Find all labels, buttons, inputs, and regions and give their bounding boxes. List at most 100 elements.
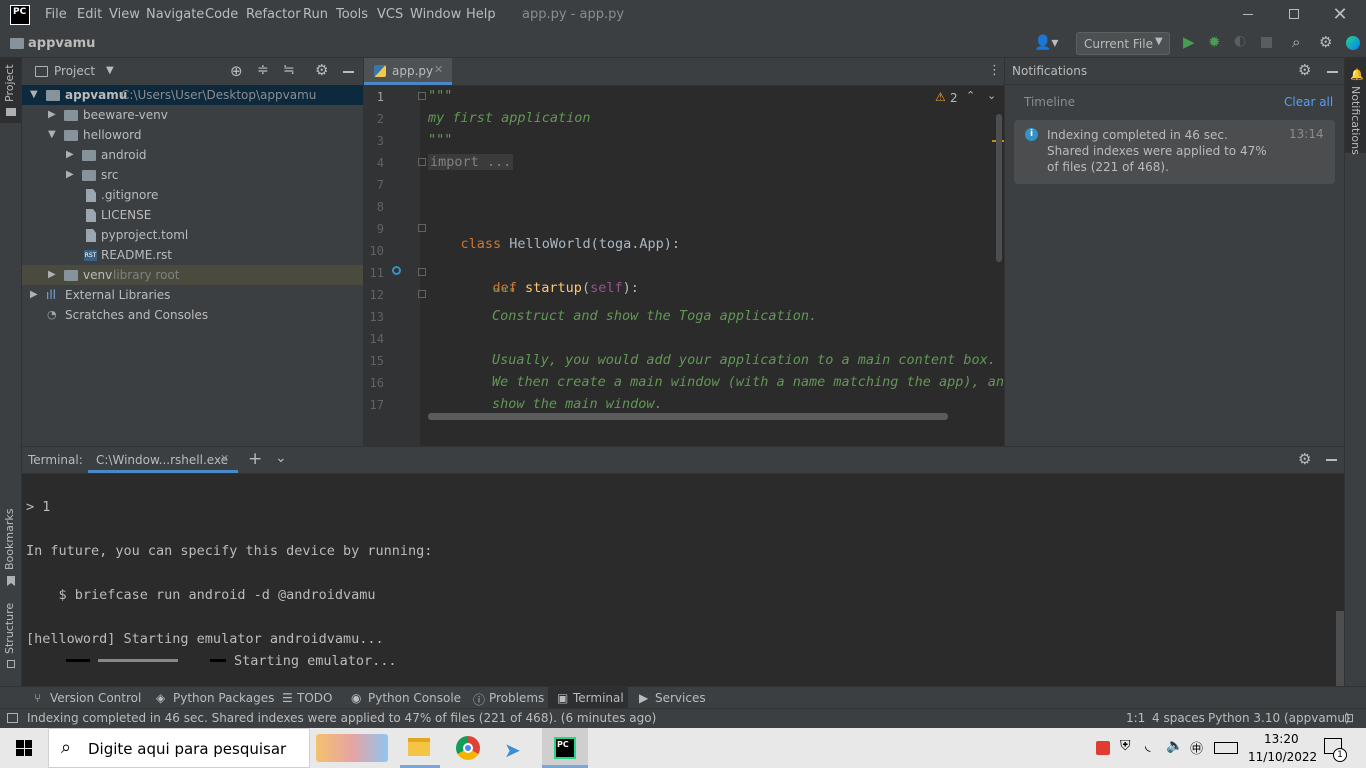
warning-icon[interactable]: ⚠ bbox=[935, 90, 946, 104]
keyboard-icon[interactable] bbox=[1214, 742, 1238, 754]
fold-icon[interactable] bbox=[418, 92, 426, 100]
debug-icon[interactable]: ✹ bbox=[1208, 33, 1221, 51]
user-icon[interactable]: 👤▾ bbox=[1034, 35, 1058, 51]
taskbar-search-box[interactable]: ⌕ Digite aqui para pesquisar bbox=[48, 728, 310, 768]
fold-icon[interactable] bbox=[418, 224, 426, 232]
search-icon[interactable]: ⌕ bbox=[1292, 33, 1300, 51]
tab-app-py[interactable]: app.py ✕ bbox=[364, 58, 452, 85]
python-interpreter[interactable]: Python 3.10 (appvamu) bbox=[1208, 711, 1350, 725]
close-tab-icon[interactable]: ✕ bbox=[220, 452, 229, 465]
tree-item-android[interactable]: ▶ android bbox=[22, 145, 363, 165]
project-panel-title[interactable]: Project bbox=[54, 64, 95, 78]
run-config-select[interactable]: Current File ▼ bbox=[1076, 32, 1170, 55]
code-line-2[interactable]: my first application bbox=[428, 110, 591, 126]
toolwindow-version-control[interactable]: Version Control bbox=[50, 691, 141, 705]
gear-icon[interactable]: ⚙ bbox=[1319, 33, 1332, 51]
jetbrains-ai-icon[interactable] bbox=[1346, 36, 1360, 50]
notification-card[interactable]: i Indexing completed in 46 sec. Shared i… bbox=[1014, 120, 1335, 184]
tree-item-gitignore[interactable]: .gitignore bbox=[22, 185, 363, 205]
toolwindow-problems[interactable]: Problems bbox=[489, 691, 544, 705]
news-widget-icon[interactable] bbox=[316, 734, 388, 762]
new-terminal-icon[interactable]: + bbox=[248, 449, 262, 469]
hide-panel-icon[interactable] bbox=[343, 71, 354, 73]
tree-item-venv[interactable]: ▶ venv library root bbox=[22, 265, 363, 285]
code-line-4-folded-imports[interactable]: import ... bbox=[428, 154, 514, 170]
tab-project[interactable]: Project bbox=[3, 64, 16, 102]
tree-item-appvamu[interactable]: ▼ appvamu C:\Users\User\Desktop\appvamu bbox=[22, 85, 363, 105]
horizontal-scrollbar[interactable] bbox=[428, 413, 948, 420]
menu-help[interactable]: Help bbox=[466, 7, 496, 22]
volume-icon[interactable]: 🔈 bbox=[1166, 738, 1183, 754]
wifi-icon[interactable]: ◟ bbox=[1145, 738, 1150, 754]
security-tray-icon[interactable] bbox=[1096, 741, 1110, 755]
gear-icon[interactable]: ⚙ bbox=[315, 61, 328, 79]
code-line-9[interactable]: class HelloWorld(toga.App): bbox=[428, 220, 680, 268]
collapse-all-icon[interactable]: ≒ bbox=[283, 62, 295, 78]
stop-icon[interactable] bbox=[1261, 37, 1272, 48]
indent-setting[interactable]: 4 spaces bbox=[1152, 711, 1205, 725]
tab-bookmarks[interactable]: Bookmarks bbox=[3, 509, 16, 570]
code-line-3[interactable]: """ bbox=[428, 132, 452, 148]
status-message[interactable]: Indexing completed in 46 sec. Shared ind… bbox=[27, 711, 656, 725]
menu-tools[interactable]: Tools bbox=[336, 7, 368, 22]
menu-vcs[interactable]: VCS bbox=[377, 7, 403, 22]
expand-all-icon[interactable]: ≑ bbox=[257, 62, 269, 78]
tree-item-helloword[interactable]: ▼ helloword bbox=[22, 125, 363, 145]
next-highlight-icon[interactable]: ⌄ bbox=[987, 89, 996, 102]
fold-icon[interactable] bbox=[418, 290, 426, 298]
breadcrumb-project[interactable]: appvamu bbox=[28, 36, 95, 51]
toggle-tool-windows-icon[interactable] bbox=[7, 713, 18, 723]
run-icon[interactable]: ▶ bbox=[1183, 33, 1195, 51]
toolwindow-python-console[interactable]: Python Console bbox=[368, 691, 461, 705]
ime-icon[interactable]: ㊥ bbox=[1190, 738, 1203, 757]
tab-structure[interactable]: Structure bbox=[3, 603, 16, 654]
chevron-down-icon[interactable]: ⌄ bbox=[275, 450, 287, 466]
code-line-15[interactable]: Usually, you would add your application … bbox=[492, 352, 996, 368]
toolwindow-services[interactable]: Services bbox=[655, 691, 706, 705]
gear-icon[interactable]: ⚙ bbox=[1298, 450, 1311, 468]
gear-icon[interactable]: ⚙ bbox=[1298, 61, 1311, 79]
network-tray-icon[interactable]: ⛨ bbox=[1120, 738, 1131, 754]
previous-highlight-icon[interactable]: ⌃ bbox=[966, 89, 975, 102]
clear-all-link[interactable]: Clear all bbox=[1284, 95, 1333, 109]
minimize-button[interactable] bbox=[1230, 0, 1266, 30]
toolwindow-todo[interactable]: TODO bbox=[297, 691, 332, 705]
lock-icon[interactable]: ⊡ bbox=[1344, 711, 1354, 725]
terminal-tab[interactable]: C:\Window...rshell.exe ✕ bbox=[88, 447, 238, 473]
toolwindow-terminal[interactable]: Terminal bbox=[573, 691, 624, 705]
tree-item-scratches[interactable]: ◔ Scratches and Consoles bbox=[22, 305, 363, 325]
tree-item-src[interactable]: ▶ src bbox=[22, 165, 363, 185]
chevron-down-icon[interactable]: ▼ bbox=[106, 65, 114, 76]
pycharm-taskbar-button[interactable]: PC bbox=[542, 728, 588, 768]
more-tabs-icon[interactable]: ⋮ bbox=[988, 63, 1001, 78]
code-line-12[interactable]: """ bbox=[492, 286, 516, 302]
coverage-icon[interactable]: ◐ bbox=[1234, 33, 1246, 49]
clock-time[interactable]: 13:20 bbox=[1264, 732, 1299, 746]
code-line-11[interactable]: def startup(self): bbox=[460, 264, 639, 312]
override-method-icon[interactable] bbox=[392, 266, 401, 275]
menu-file[interactable]: File bbox=[45, 7, 67, 22]
menu-refactor[interactable]: Refactor bbox=[246, 7, 301, 22]
windows-start-icon[interactable] bbox=[16, 740, 32, 756]
tree-item-beeware-venv[interactable]: ▶ beeware-venv bbox=[22, 105, 363, 125]
menu-edit[interactable]: Edit bbox=[77, 7, 102, 22]
tree-item-external-libraries[interactable]: ▶ ıll External Libraries bbox=[22, 285, 363, 305]
vertical-scrollbar[interactable] bbox=[996, 114, 1002, 262]
tab-notifications[interactable]: Notifications bbox=[1349, 86, 1362, 155]
hide-panel-icon[interactable] bbox=[1327, 71, 1338, 73]
menu-navigate[interactable]: Navigate bbox=[146, 7, 204, 22]
menu-window[interactable]: Window bbox=[410, 7, 461, 22]
pycharm-logo-icon[interactable]: PC bbox=[10, 5, 30, 25]
tree-item-readme[interactable]: RST README.rst bbox=[22, 245, 363, 265]
close-tab-icon[interactable]: ✕ bbox=[434, 63, 443, 76]
hide-panel-icon[interactable] bbox=[1326, 459, 1337, 461]
terminal-scrollbar[interactable] bbox=[1336, 611, 1344, 686]
menu-run[interactable]: Run bbox=[303, 7, 328, 22]
close-button[interactable]: ✕ bbox=[1322, 4, 1358, 26]
code-line-17[interactable]: show the main window. bbox=[492, 396, 663, 412]
tree-item-pyproject[interactable]: pyproject.toml bbox=[22, 225, 363, 245]
locate-icon[interactable]: ⊕ bbox=[230, 62, 243, 80]
tree-item-license[interactable]: LICENSE bbox=[22, 205, 363, 225]
chrome-icon[interactable] bbox=[456, 736, 480, 760]
toolwindow-python-packages[interactable]: Python Packages bbox=[173, 691, 274, 705]
